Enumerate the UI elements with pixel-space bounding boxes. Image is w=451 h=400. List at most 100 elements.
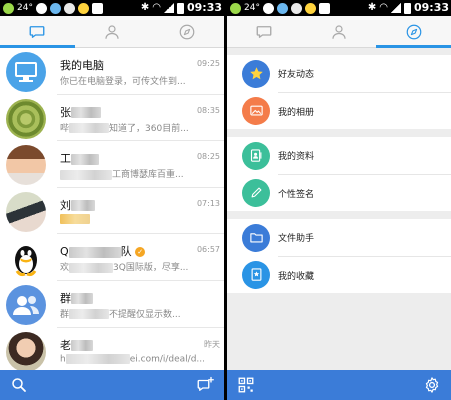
- menu-item-friend-feed[interactable]: 好友动态: [227, 55, 451, 92]
- wifi-icon: ◠: [379, 2, 388, 13]
- signal-icon: [390, 3, 401, 13]
- pencil-icon: [251, 187, 261, 198]
- tab-contacts[interactable]: [75, 16, 150, 47]
- message-visible: 工商博瑟库百重...: [112, 170, 184, 181]
- conversation-message: 欢 3Q国际版，尽享...: [60, 260, 188, 273]
- tab-discover[interactable]: [149, 16, 224, 47]
- penguin-icon: [15, 246, 37, 277]
- person-icon: [105, 24, 119, 39]
- person-icon: [332, 24, 346, 39]
- sim-icon: [318, 2, 330, 14]
- conversation-time: 09:25: [196, 59, 220, 68]
- redacted-block: [71, 293, 93, 305]
- signal-icon: [163, 3, 174, 13]
- avatar: [6, 284, 46, 325]
- folder-icon-badge: [242, 223, 270, 252]
- redacted-block: [71, 107, 101, 119]
- conversation-message: 群 不提醒仅显示数...: [60, 307, 181, 320]
- message-prefix: 群: [60, 309, 70, 320]
- monitor-icon: [15, 62, 37, 82]
- bluetooth-icon: ✱: [140, 2, 150, 13]
- menu-item-label: 我的资料: [278, 152, 315, 162]
- redacted-block: [71, 153, 99, 165]
- conversation-time: 06:57: [196, 245, 220, 255]
- name-visible: Q: [60, 245, 69, 259]
- name-suffix: 队: [120, 245, 132, 259]
- photo-icon: [249, 105, 263, 116]
- conversation-item[interactable]: 刘 07:13: [6, 188, 224, 235]
- message-visible: 3Q国际版，尽享...: [113, 263, 189, 274]
- clock-text: 09:33: [413, 1, 449, 14]
- redacted-block: [68, 246, 121, 258]
- conversation-name: 张: [60, 104, 101, 120]
- message-prefix: h: [60, 354, 66, 365]
- qr-code-icon[interactable]: [237, 376, 255, 394]
- avatar: [6, 238, 46, 279]
- name-visible: 工: [60, 152, 71, 166]
- message-visible: 知道了，360目前...: [109, 123, 189, 134]
- conversation-name: 工: [60, 150, 99, 166]
- pencil-icon-badge: [242, 178, 270, 207]
- profile-icon-badge: [242, 141, 270, 170]
- group-icon: [13, 295, 39, 315]
- avatar: [6, 52, 46, 92]
- status-bar: 24° ✱ ◠ 09:33: [0, 0, 224, 16]
- redacted-block: [71, 200, 95, 212]
- conversation-name: 我的电脑: [60, 59, 104, 72]
- qq-icon: [276, 2, 288, 14]
- weather-icon: [3, 2, 14, 14]
- redacted-block: [71, 340, 93, 352]
- discover-screen: 24° ✱ ◠ 09:33 好友动态 我的相册 我的资料 个性签名 文件助手 我…: [227, 0, 451, 400]
- star-icon-badge: [242, 59, 270, 88]
- tab-messages[interactable]: [227, 16, 302, 47]
- tab-bar: [227, 16, 451, 48]
- avatar: [6, 145, 46, 186]
- battery-icon: [403, 2, 411, 14]
- name-visible: 刘: [60, 198, 71, 212]
- conversation-name: 老: [60, 337, 93, 353]
- discover-menu: 好友动态 我的相册 我的资料 个性签名 文件助手 我的收藏: [227, 48, 451, 293]
- conversation-item[interactable]: 张 08:35 哔 知道了，360目前...: [6, 95, 224, 142]
- star-icon: [249, 67, 263, 80]
- menu-item-label: 好友动态: [278, 70, 315, 80]
- menu-item-my-profile[interactable]: 我的资料: [227, 137, 451, 174]
- conversation-item[interactable]: 老 昨天 h ei.com/i/deal/d...: [6, 328, 224, 375]
- conversation-item[interactable]: 群 群不提醒仅显示数...: [6, 281, 224, 328]
- conversation-time: 08:25: [196, 152, 220, 162]
- menu-item-label: 个性签名: [278, 189, 315, 200]
- conversation-message: h ei.com/i/deal/d...: [60, 353, 205, 365]
- menu-group-profile: 我的资料 个性签名: [227, 137, 451, 211]
- chat-bubble-icon: [256, 25, 272, 38]
- menu-item-file-assistant[interactable]: 文件助手: [227, 219, 451, 256]
- conversation-message: 你已在电脑登录，可传文件到...: [60, 77, 186, 87]
- search-icon[interactable]: [10, 376, 28, 394]
- conversation-name: Q 队 ✓: [60, 243, 146, 259]
- redacted-block: [65, 353, 130, 364]
- conversation-item[interactable]: Q 队 ✓ 06:57 欢 3Q国际版，尽享...: [6, 234, 224, 281]
- tab-bar: [0, 16, 224, 48]
- conversation-time: 昨天: [204, 339, 220, 349]
- conversation-item-my-computer[interactable]: 我的电脑 09:25 你已在电脑登录，可传文件到...: [6, 48, 224, 95]
- temperature-text: 24°: [17, 3, 33, 13]
- settings-gear-icon[interactable]: [423, 376, 441, 394]
- redacted-block: [69, 262, 114, 273]
- temperature-text: 24°: [244, 3, 260, 13]
- redacted-block: [69, 123, 110, 134]
- menu-item-my-album[interactable]: 我的相册: [227, 92, 451, 129]
- app-icon: [63, 2, 75, 14]
- tab-contacts[interactable]: [302, 16, 377, 47]
- bookmark-icon-badge: [242, 260, 270, 289]
- compass-icon: [179, 24, 195, 39]
- menu-item-signature[interactable]: 个性签名: [227, 174, 451, 211]
- redacted-block: [60, 169, 112, 180]
- new-chat-icon[interactable]: [196, 376, 214, 394]
- app-icon: [290, 2, 302, 14]
- conversation-item[interactable]: 工 08:25 工商博瑟库百重...: [6, 141, 224, 188]
- tab-discover[interactable]: [376, 16, 451, 48]
- verified-badge-icon: ✓: [135, 247, 146, 258]
- tab-messages[interactable]: [0, 16, 75, 48]
- avatar: [6, 331, 46, 372]
- menu-item-favorites[interactable]: 我的收藏: [227, 256, 451, 293]
- messages-screen: 24° ✱ ◠ 09:33 我的电脑 09:25 你已在电脑登录，可传文件到..…: [0, 0, 224, 400]
- status-bar: 24° ✱ ◠ 09:33: [227, 0, 451, 16]
